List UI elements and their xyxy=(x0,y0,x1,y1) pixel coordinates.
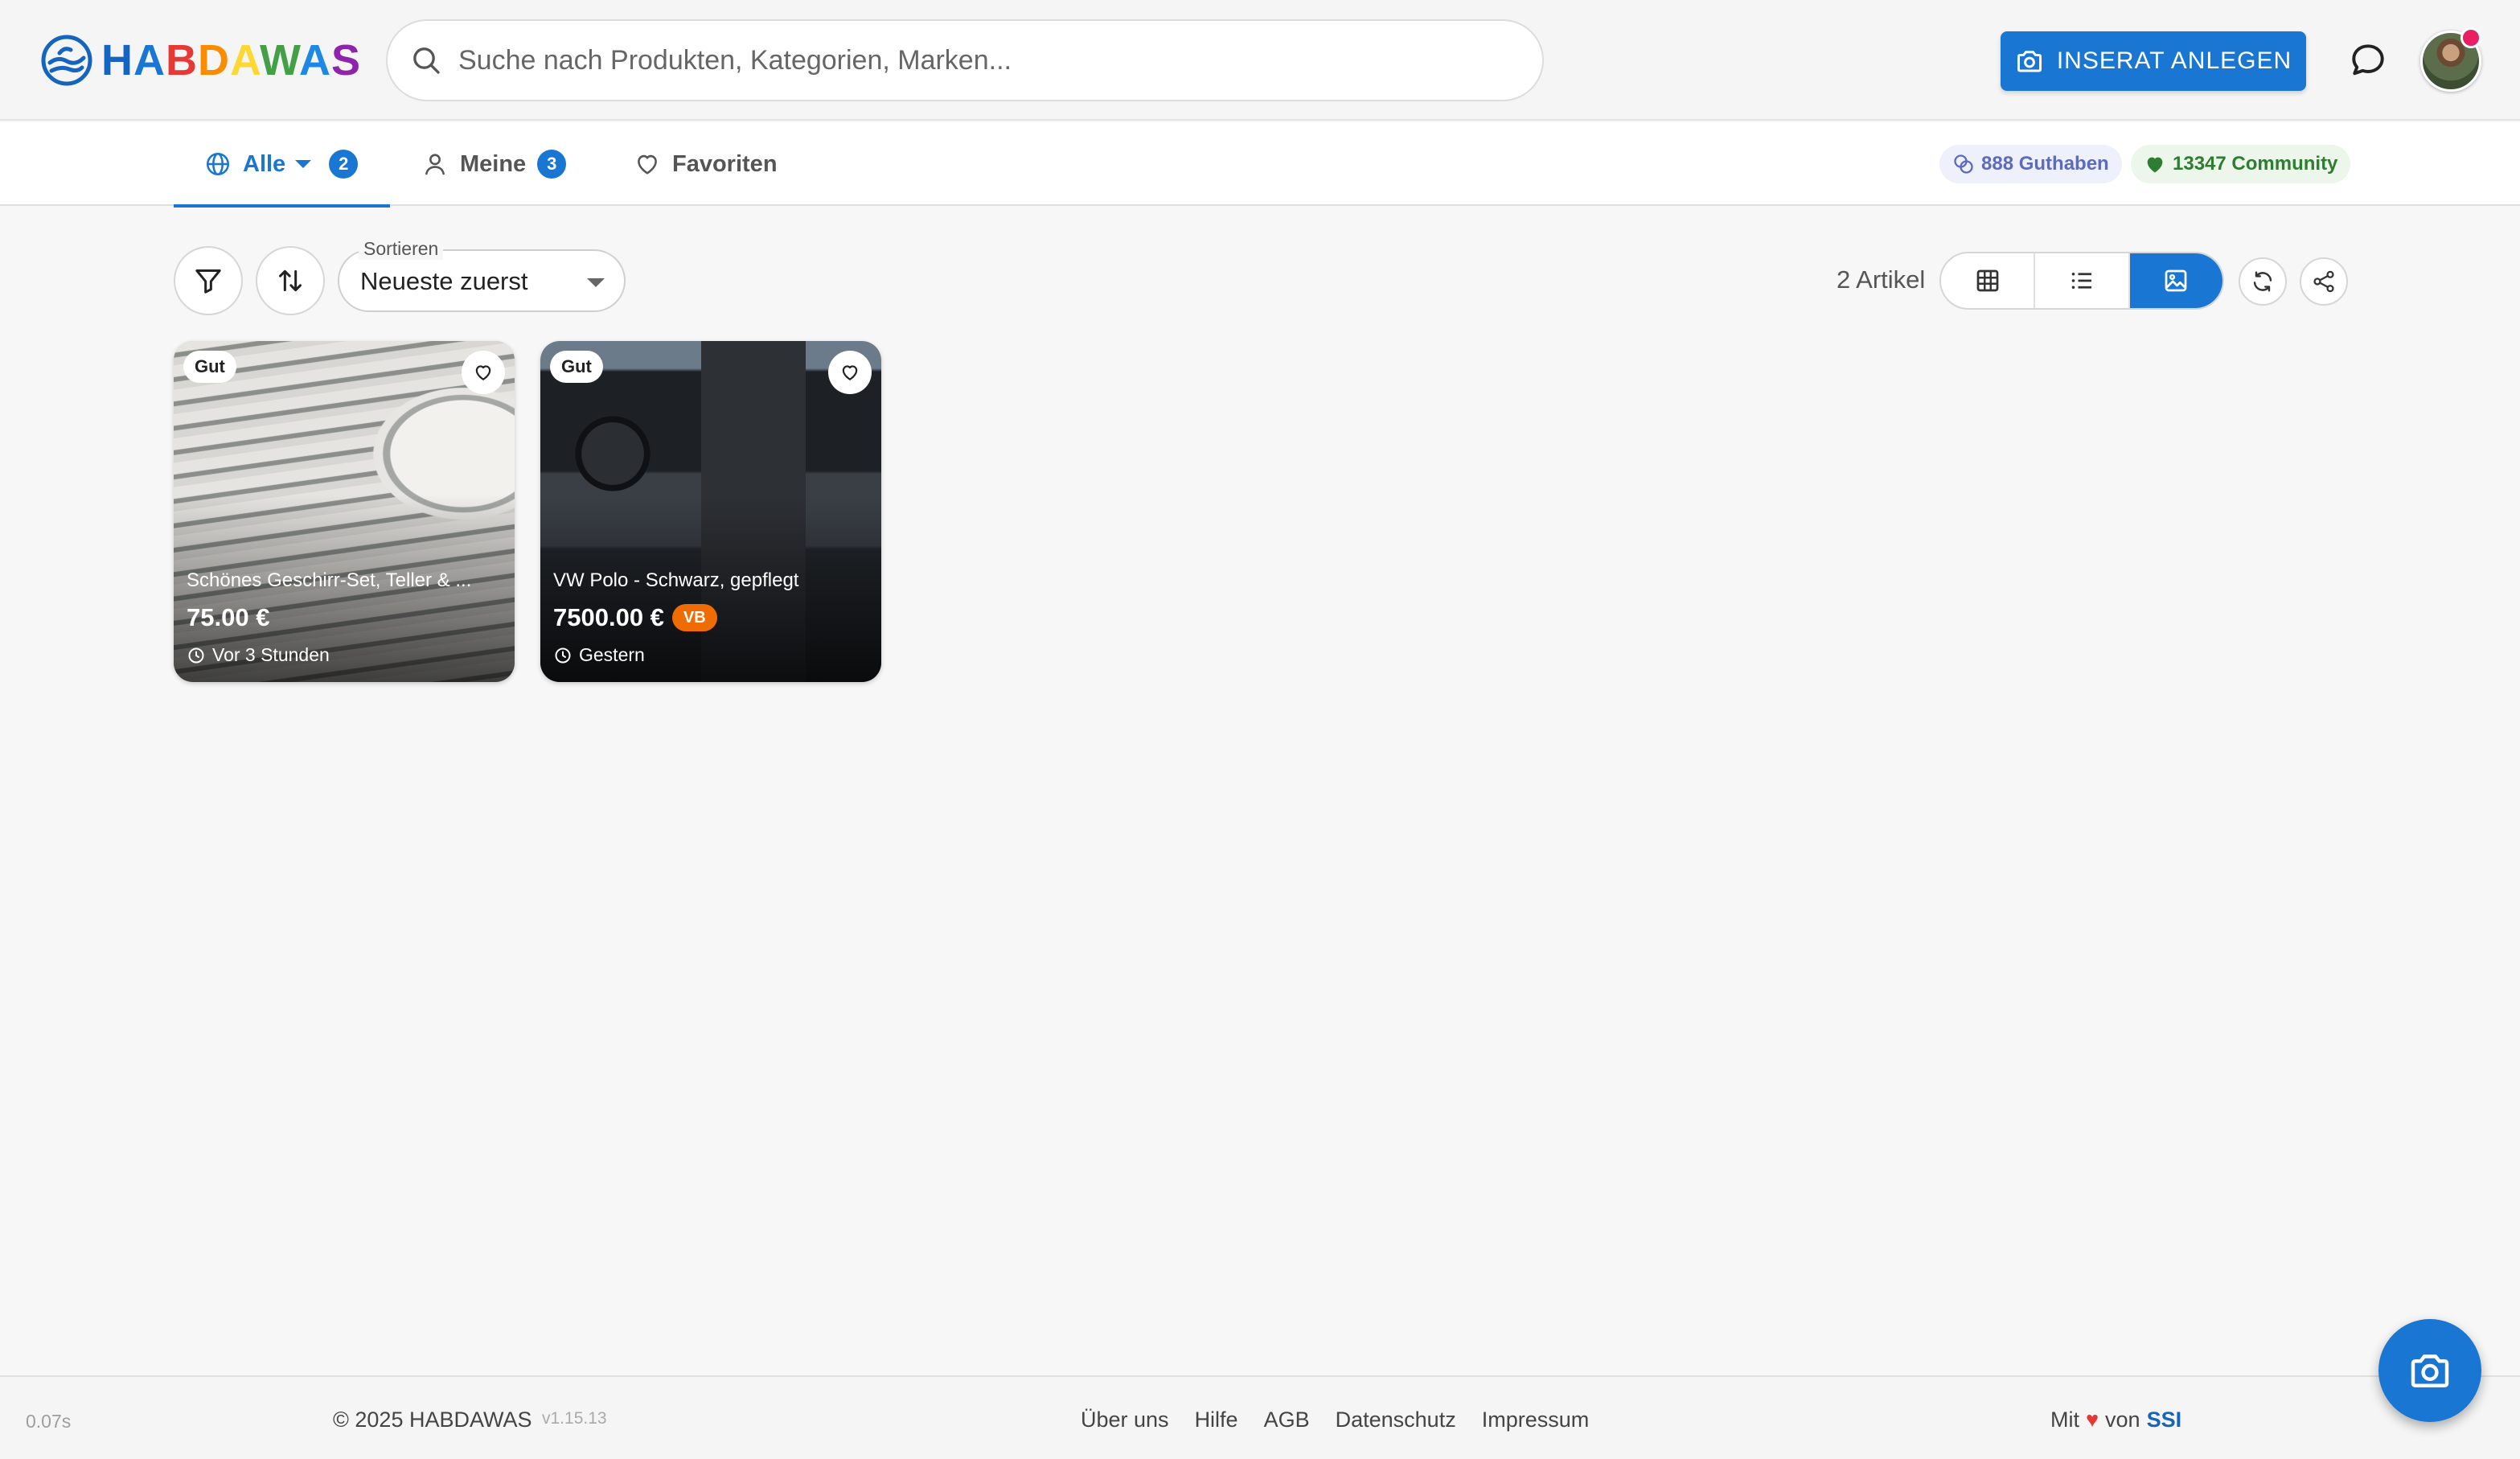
globe-icon xyxy=(206,152,230,176)
chevron-down-icon xyxy=(295,160,312,168)
made-with-love: Mit ♥ von SSI xyxy=(2050,1408,2181,1432)
page-footer: 0.07s © 2025 HABDAWAS v1.15.13 Über uns … xyxy=(0,1375,2520,1459)
hand-heart-logo-icon xyxy=(41,35,92,86)
heart-outline-icon xyxy=(638,154,657,175)
clock-icon xyxy=(188,647,204,663)
table-grid-icon xyxy=(1976,269,1999,292)
sort-arrows-icon xyxy=(279,269,302,292)
made-by-link[interactable]: SSI xyxy=(2147,1408,2182,1432)
heart-filled-icon xyxy=(2147,157,2163,173)
tab-favoriten-label: Favoriten xyxy=(672,150,778,177)
brand-logo[interactable]: HABDAWAS xyxy=(40,32,361,88)
listing-time: Vor 3 Stunden xyxy=(212,644,330,665)
listing-card[interactable]: Gut Schönes Geschirr-Set, Teller & ... 7… xyxy=(174,341,515,682)
footer-link-help[interactable]: Hilfe xyxy=(1195,1408,1238,1432)
listing-title: Schönes Geschirr-Set, Teller & ... xyxy=(187,569,472,591)
sort-direction-button[interactable] xyxy=(256,246,325,315)
camera-fab-button[interactable] xyxy=(2378,1319,2481,1422)
notification-dot xyxy=(2460,27,2481,48)
search-bar[interactable] xyxy=(386,19,1544,101)
brand-letter: A xyxy=(230,36,261,84)
footer-link-terms[interactable]: AGB xyxy=(1264,1408,1310,1432)
condition-badge: Gut xyxy=(183,351,236,383)
sort-select[interactable]: Sortieren Neueste zuerst xyxy=(338,238,626,312)
favorite-button[interactable] xyxy=(828,351,872,394)
camera-icon xyxy=(2411,1354,2449,1387)
heart-outline-icon xyxy=(475,365,491,380)
view-gallery-button[interactable] xyxy=(2129,253,2222,308)
listing-price: 7500.00 € xyxy=(553,603,664,631)
view-grid-button[interactable] xyxy=(1941,253,2036,308)
community-chip[interactable]: 13347 Community xyxy=(2131,145,2351,183)
tab-meine[interactable]: Meine 3 xyxy=(421,122,567,206)
version-text: v1.15.13 xyxy=(542,1409,607,1428)
create-listing-label: INSERAT ANLEGEN xyxy=(2056,47,2292,74)
share-icon xyxy=(2313,270,2334,293)
footer-link-privacy[interactable]: Datenschutz xyxy=(1336,1408,1456,1432)
footer-link-imprint[interactable]: Impressum xyxy=(1482,1408,1590,1432)
search-icon xyxy=(413,47,440,74)
sort-select-value: Neueste zuerst xyxy=(360,267,528,295)
brand-letter: W xyxy=(260,36,300,84)
made-middle: von xyxy=(2105,1408,2140,1432)
search-input[interactable] xyxy=(458,44,1504,76)
tab-meine-label: Meine xyxy=(460,150,527,177)
brand-letter: A xyxy=(299,36,332,84)
image-icon xyxy=(2165,269,2187,292)
create-listing-button[interactable]: INSERAT ANLEGEN xyxy=(2001,31,2306,91)
refresh-button[interactable] xyxy=(2239,257,2287,306)
tab-alle[interactable]: Alle 2 xyxy=(174,122,391,208)
listing-price: 75.00 € xyxy=(187,603,270,631)
listing-time: Gestern xyxy=(579,644,645,665)
listing-card[interactable]: Gut VW Polo - Schwarz, gepflegt 7500.00 … xyxy=(540,341,881,682)
person-icon xyxy=(425,154,445,175)
heart-icon: ♥ xyxy=(2086,1408,2099,1432)
share-button[interactable] xyxy=(2300,257,2348,306)
negotiable-badge: VB xyxy=(671,604,717,631)
footer-link-about[interactable]: Über uns xyxy=(1081,1408,1169,1432)
brand-letter: D xyxy=(198,36,230,84)
filter-button[interactable] xyxy=(174,246,243,315)
brand-letter: S xyxy=(331,36,362,84)
app-header: HABDAWAS INSERAT ANLEGEN xyxy=(0,0,2520,121)
community-chip-label: 13347 Community xyxy=(2173,153,2338,175)
view-list-button[interactable] xyxy=(2035,253,2130,308)
tab-favoriten[interactable]: Favoriten xyxy=(634,122,778,206)
condition-badge: Gut xyxy=(550,351,603,383)
filter-funnel-icon xyxy=(195,269,221,294)
listing-tabs: Alle 2 Meine 3 Favoriten 888 Guthaben 13… xyxy=(0,122,2520,208)
listing-time-row: Gestern xyxy=(553,644,645,666)
refresh-icon xyxy=(2253,271,2272,292)
tab-alle-badge: 2 xyxy=(329,150,359,179)
camera-icon xyxy=(2017,51,2042,72)
clock-icon xyxy=(555,647,571,663)
brand-letter: B xyxy=(166,36,198,84)
render-timing: 0.07s xyxy=(26,1411,72,1432)
view-mode-toggle xyxy=(1939,252,2224,310)
chat-bubble-icon[interactable] xyxy=(2348,40,2388,80)
listing-title: VW Polo - Schwarz, gepflegt xyxy=(553,569,799,591)
credit-chip[interactable]: 888 Guthaben xyxy=(1939,145,2122,183)
tab-alle-label: Alle xyxy=(243,150,286,177)
listing-time-row: Vor 3 Stunden xyxy=(187,644,330,666)
footer-links: Über uns Hilfe AGB Datenschutz Impressum xyxy=(1081,1408,1589,1432)
favorite-button[interactable] xyxy=(462,351,505,394)
sort-select-label: Sortieren xyxy=(359,238,444,260)
item-count: 2 Artikel xyxy=(1837,265,1926,294)
list-icon xyxy=(2071,272,2091,290)
copyright-text: © 2025 HABDAWAS xyxy=(333,1408,532,1432)
brand-letter: A xyxy=(133,36,166,84)
chevron-down-icon xyxy=(587,278,605,287)
heart-outline-icon xyxy=(842,365,858,380)
credit-chip-label: 888 Guthaben xyxy=(1981,153,2109,175)
coins-icon xyxy=(1954,154,1973,174)
made-prefix: Mit xyxy=(2050,1408,2079,1432)
listing-price-row: 75.00 € xyxy=(187,603,269,632)
brand-letter: H xyxy=(101,36,133,84)
listing-price-row: 7500.00 € VB xyxy=(553,603,717,632)
brand-name: HABDAWAS xyxy=(101,35,361,85)
tab-meine-badge: 3 xyxy=(537,150,567,179)
